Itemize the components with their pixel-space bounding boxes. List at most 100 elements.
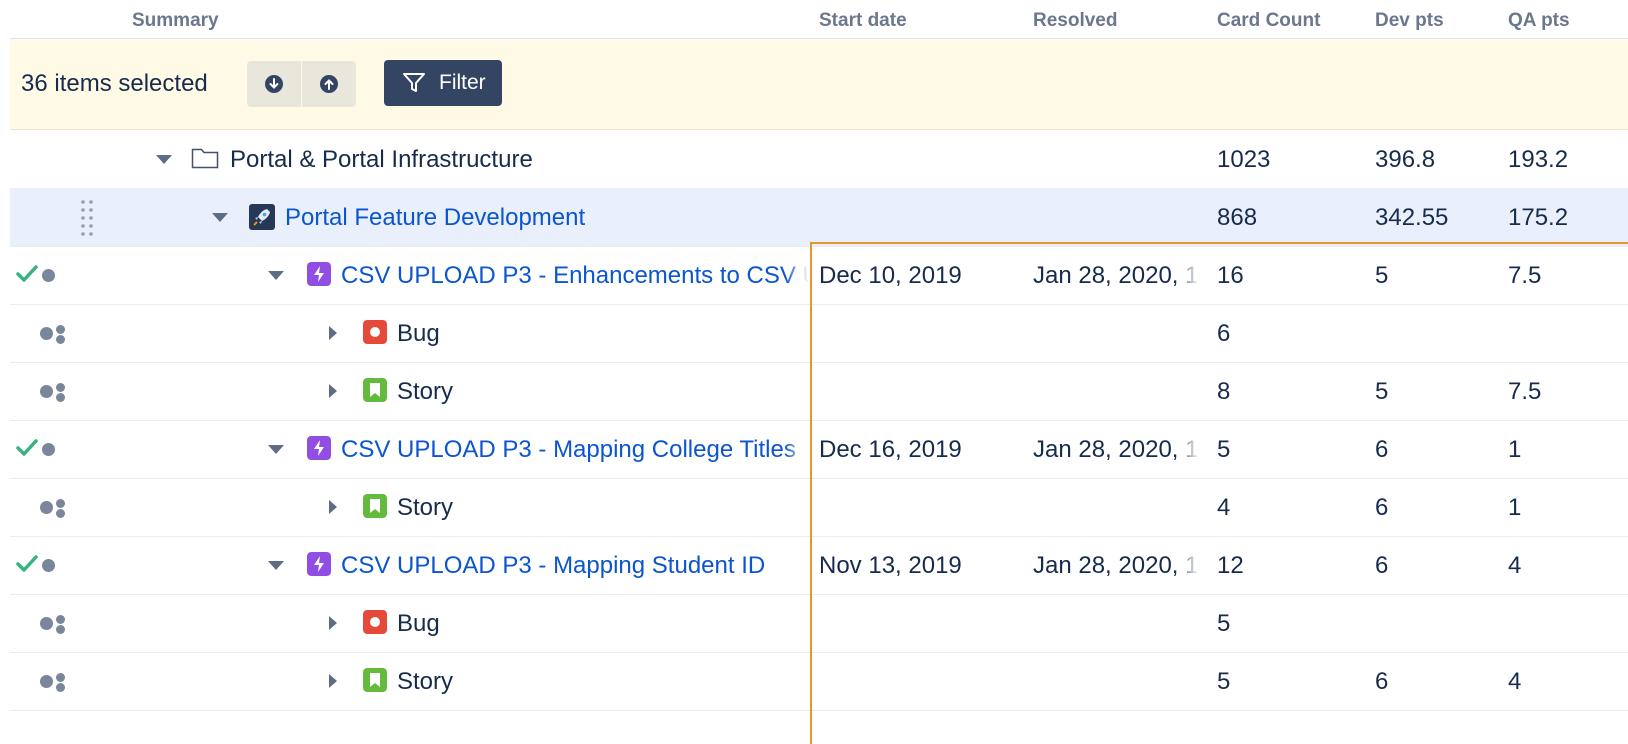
qa-pts-value: 7.5 [1508, 262, 1542, 289]
group-dot-small [56, 383, 65, 392]
chevron-right-icon[interactable] [329, 674, 337, 688]
qa-pts-value: 7.5 [1508, 378, 1542, 405]
bookmark-icon [363, 668, 387, 692]
qa-pts-value: 175.2 [1508, 204, 1569, 231]
column-resolved[interactable]: Resolved [1033, 10, 1117, 32]
dev-pts-value: 5 [1375, 262, 1389, 289]
table-row[interactable]: Story 8 5 7.5 [10, 362, 1628, 421]
table-row[interactable]: Story 5 6 4 [10, 652, 1628, 711]
dev-pts-value: 6 [1375, 552, 1389, 579]
group-dot-small [56, 335, 65, 344]
arrow-up-circle-icon [320, 75, 338, 93]
row-title: Bug [397, 610, 440, 637]
status-dot [42, 269, 55, 282]
group-dot-small [56, 683, 65, 692]
group-dot-small [56, 625, 65, 634]
table-row[interactable]: Story 4 6 1 [10, 478, 1628, 537]
dev-pts-value: 342.55 [1375, 204, 1449, 231]
card-count-value: 5 [1217, 436, 1231, 463]
table-row[interactable]: CSV UPLOAD P3 - Enhancements to CSV Uplo… [10, 246, 1628, 305]
filter-icon [403, 73, 425, 92]
row-title-link[interactable]: CSV UPLOAD P3 - Mapping College Titles [341, 436, 809, 464]
card-count-value: 12 [1217, 552, 1244, 579]
column-start-date[interactable]: Start date [819, 10, 907, 32]
group-dot-small [56, 615, 65, 624]
filter-button-label: Filter [439, 71, 486, 94]
group-dot-small [56, 325, 65, 334]
table-row[interactable]: Portal & Portal Infrastructure 1023 396.… [10, 130, 1628, 189]
chevron-right-icon[interactable] [329, 326, 337, 340]
group-dot-small [56, 499, 65, 508]
drag-handle-icon[interactable] [80, 198, 94, 236]
chevron-down-icon[interactable] [268, 271, 284, 280]
bug-icon [363, 320, 387, 344]
chevron-right-icon[interactable] [329, 616, 337, 630]
card-count-value: 16 [1217, 262, 1244, 289]
row-title-link[interactable]: CSV UPLOAD P3 - Enhancements to CSV Uplo… [341, 262, 809, 290]
bookmark-icon [363, 494, 387, 518]
card-count-value: 1023 [1217, 146, 1271, 173]
card-count-value: 5 [1217, 610, 1231, 637]
chevron-right-icon[interactable] [329, 384, 337, 398]
lightning-icon [307, 436, 331, 460]
start-date-value: Nov 13, 2019 [819, 552, 962, 579]
check-icon [16, 555, 38, 572]
row-title: Story [397, 378, 454, 405]
collapse-all-button[interactable] [302, 61, 356, 107]
status-dot [42, 443, 55, 456]
qa-pts-value: 193.2 [1508, 146, 1569, 173]
chevron-down-icon[interactable] [212, 213, 228, 222]
resolved-value: Jan 28, 2020, 1:00 PM [1033, 436, 1199, 464]
column-dev-pts[interactable]: Dev pts [1375, 10, 1444, 32]
qa-pts-value: 1 [1508, 494, 1522, 521]
resolved-value: Jan 28, 2020, 1:00 PM [1033, 262, 1199, 290]
card-count-value: 5 [1217, 668, 1231, 695]
card-count-value: 4 [1217, 494, 1231, 521]
table-row[interactable]: Portal Feature Development 868 342.55 17… [10, 188, 1628, 247]
arrow-down-circle-icon [265, 75, 283, 93]
qa-pts-value: 1 [1508, 436, 1522, 463]
group-dot-small [56, 673, 65, 682]
row-title-link[interactable]: Portal Feature Development [285, 204, 585, 232]
card-count-value: 868 [1217, 204, 1258, 231]
column-card-count[interactable]: Card Count [1217, 10, 1320, 32]
table-row[interactable]: CSV UPLOAD P3 - Mapping College Titles D… [10, 420, 1628, 479]
expand-all-button[interactable] [247, 61, 301, 107]
chevron-down-icon[interactable] [268, 561, 284, 570]
card-count-value: 6 [1217, 320, 1231, 347]
row-title-link[interactable]: CSV UPLOAD P3 - Mapping Student ID [341, 552, 809, 580]
resolved-value: Jan 28, 2020, 1:00 PM [1033, 552, 1199, 580]
bookmark-icon [363, 378, 387, 402]
folder-icon [191, 148, 219, 169]
dev-pts-value: 5 [1375, 378, 1389, 405]
table-row[interactable]: Bug 6 [10, 304, 1628, 363]
chevron-right-icon[interactable] [329, 500, 337, 514]
check-icon [16, 439, 38, 456]
row-title: Bug [397, 320, 440, 347]
chevron-down-icon[interactable] [268, 445, 284, 454]
lightning-icon [307, 262, 331, 286]
row-title: Portal & Portal Infrastructure [230, 146, 533, 173]
table-row[interactable]: Bug 5 [10, 594, 1628, 653]
group-dots-icon [40, 675, 53, 688]
card-count-value: 8 [1217, 378, 1231, 405]
group-dots-icon [40, 617, 53, 630]
selected-count: 36 items selected [21, 70, 208, 97]
start-date-value: Dec 16, 2019 [819, 436, 962, 463]
rocket-icon [249, 204, 275, 230]
row-title: Story [397, 494, 454, 521]
filter-button[interactable]: Filter [384, 60, 502, 106]
qa-pts-value: 4 [1508, 552, 1522, 579]
selection-bar: 36 items selected Filter [10, 39, 1628, 130]
table-header: Summary Start date Resolved Card Count D… [10, 0, 1628, 39]
bug-icon [363, 610, 387, 634]
dev-pts-value: 6 [1375, 494, 1389, 521]
column-qa-pts[interactable]: QA pts [1508, 10, 1570, 32]
chevron-down-icon[interactable] [156, 155, 172, 164]
group-dot-small [56, 393, 65, 402]
group-dot-small [56, 509, 65, 518]
group-dots-icon [40, 327, 53, 340]
column-summary[interactable]: Summary [132, 10, 219, 32]
dev-pts-value: 6 [1375, 668, 1389, 695]
table-row[interactable]: CSV UPLOAD P3 - Mapping Student ID Nov 1… [10, 536, 1628, 595]
